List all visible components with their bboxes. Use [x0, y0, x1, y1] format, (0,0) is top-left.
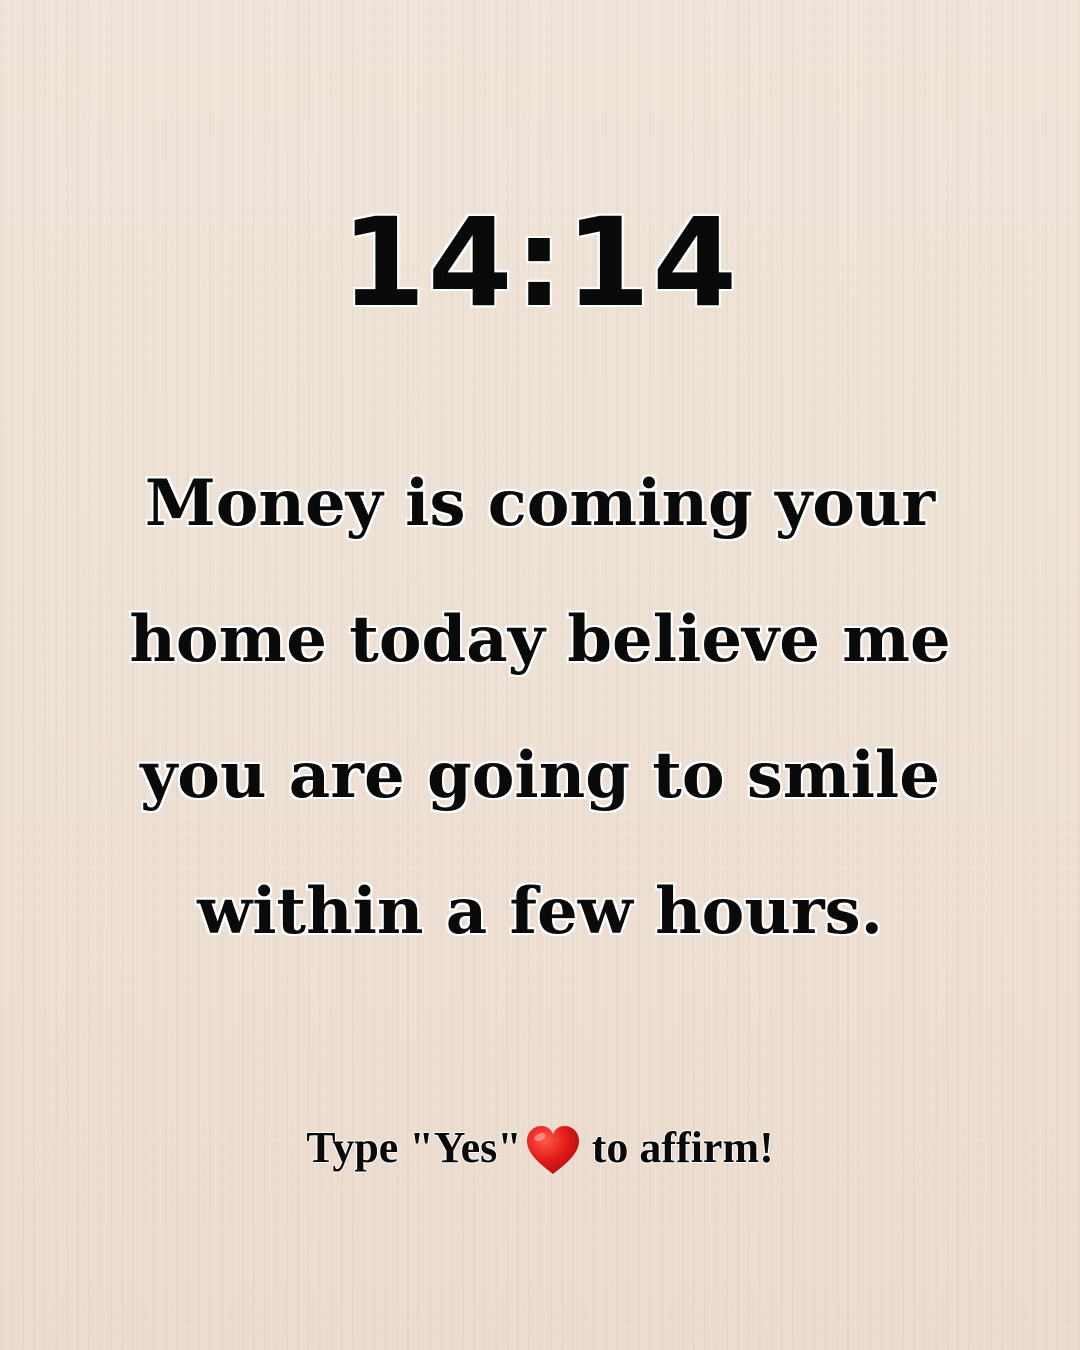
message-line: home today believe me	[129, 602, 951, 677]
message-line: within a few hours.	[197, 874, 883, 949]
message-line: Money is coming your	[144, 466, 936, 541]
call-to-action: Type "Yes" to affirm!	[0, 1116, 1080, 1180]
red-heart-icon	[524, 1124, 582, 1176]
time-heading: 14:14	[340, 192, 740, 334]
affirmation-message: Money is coming your home today believe …	[40, 436, 1040, 980]
cta-text-after: to affirm!	[591, 1123, 774, 1172]
cta-text-before: Type "Yes"	[306, 1123, 522, 1172]
message-line: you are going to smile	[140, 738, 940, 813]
affirmation-card: 14:14 Money is coming your home today be…	[0, 0, 1080, 1350]
